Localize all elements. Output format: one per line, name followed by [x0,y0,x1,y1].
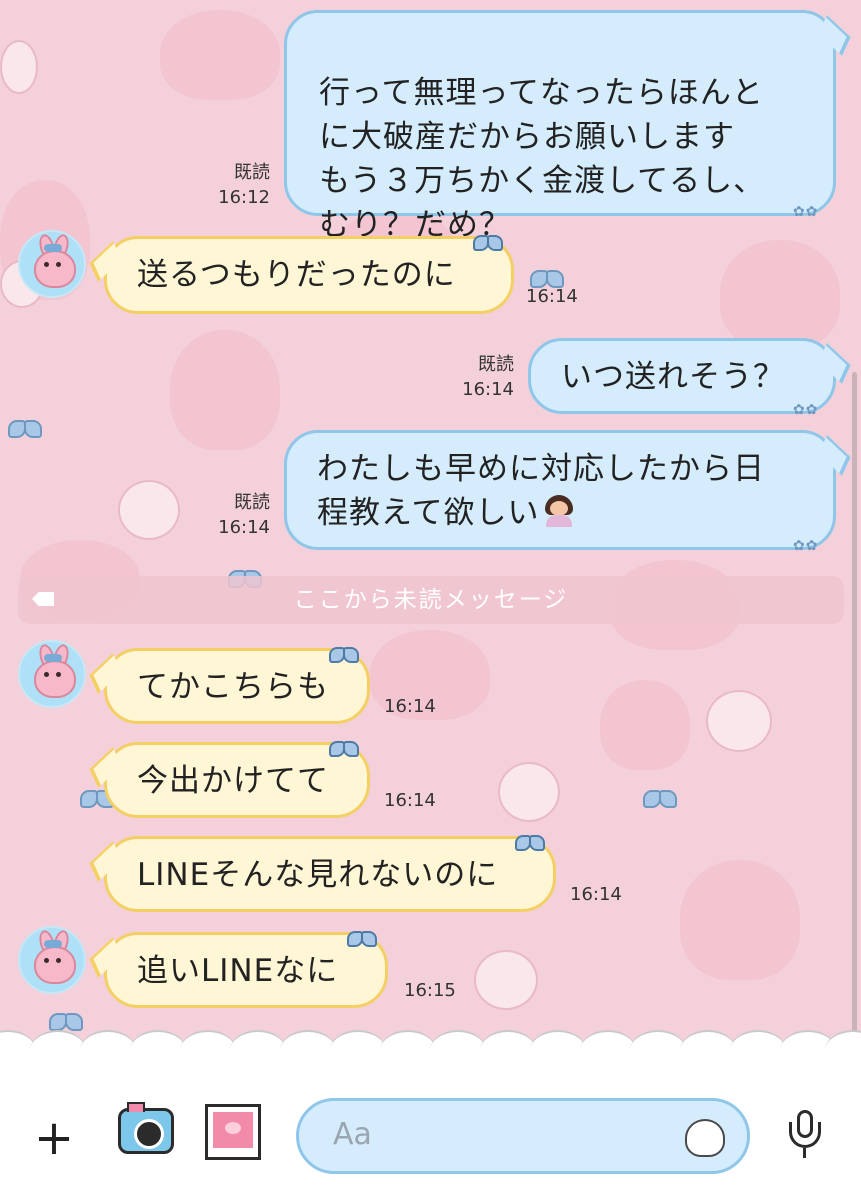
message-bubble-incoming[interactable]: 今出かけてて [104,741,370,818]
unread-divider-text: ここから未読メッセージ [293,587,569,613]
plus-icon[interactable]: + [30,1114,78,1162]
background-cloud-decoration [118,480,180,540]
message-text: 程教えて欲しい [317,495,540,531]
scrollbar[interactable] [852,372,857,1050]
bow-icon [515,835,545,851]
background-bow-decoration [8,420,42,438]
background-bunny-decoration [680,860,800,980]
message-bubble-outgoing[interactable]: わたしも早めに対応したから日 程教えて欲しい ✿✿ [284,430,836,554]
background-cloud-decoration [0,40,38,94]
unread-divider: ここから未読メッセージ [18,576,844,624]
message-text: 今出かけてて [137,763,329,799]
background-cloud-decoration [706,690,772,752]
bow-icon [329,741,359,757]
flower-icon: ✿✿ [793,204,819,220]
message-bubble-incoming[interactable]: 追いLINEなに [104,931,388,1008]
message-text: いつ送れそう？ [561,359,785,395]
avatar[interactable] [18,926,86,994]
message-bubble-incoming[interactable]: LINEそんな見れないのに [104,835,556,912]
message-time: 16:14 [384,790,436,811]
message-text: 送るつもりだったのに [137,257,456,293]
camera-icon[interactable] [118,1102,174,1154]
background-bow-decoration [643,790,677,808]
message-text: てかこちらも [137,669,329,705]
read-receipt: 既読 [478,354,514,375]
read-receipt: 既読 [234,492,270,513]
message-time: 16:14 [526,286,578,307]
person-bowing-emoji-icon [543,495,575,527]
message-meta: 既読 16:14 [200,490,270,540]
message-time: 16:14 [570,884,622,905]
message-input[interactable]: Aa [296,1098,750,1174]
message-time: 16:15 [404,980,456,1001]
message-text: 追いLINEなに [137,953,339,989]
message-time: 16:14 [218,517,270,538]
background-cloud-decoration [474,950,538,1010]
bow-icon [329,647,359,663]
sticker-icon[interactable] [685,1119,725,1157]
background-bunny-decoration [160,10,280,100]
bow-icon [347,931,377,947]
message-time: 16:14 [462,379,514,400]
background-cloud-decoration [498,762,560,822]
bow-icon [473,235,503,251]
mic-icon[interactable] [785,1110,825,1162]
tag-icon [32,592,54,606]
background-bow-decoration [49,1013,83,1031]
message-meta: 既読 16:14 [444,352,514,402]
message-text: わたしも早めに対応したから日 [317,451,765,487]
flower-icon: ✿✿ [793,402,819,418]
background-bunny-decoration [170,330,280,450]
message-bubble-incoming[interactable]: てかこちらも [104,647,370,724]
background-bunny-decoration [600,680,690,770]
chat-area[interactable]: 既読 16:12 行って無理ってなったらほんと に大破産だからお願いします もう… [0,0,861,1050]
photo-icon[interactable] [205,1104,261,1160]
avatar[interactable] [18,230,86,298]
message-time: 16:12 [218,187,270,208]
read-receipt: 既読 [234,162,270,183]
flower-icon: ✿✿ [793,538,819,554]
message-meta: 既読 16:12 [200,160,270,210]
message-bubble-incoming[interactable]: 送るつもりだったのに [104,235,514,314]
message-text: LINEそんな見れないのに [137,857,499,893]
message-text: 行って無理ってなったらほんと に大破産だからお願いします もう３万ちかく金渡して… [319,75,766,243]
message-bubble-outgoing[interactable]: 行って無理ってなったらほんと に大破産だからお願いします もう３万ちかく金渡して… [284,10,836,243]
avatar[interactable] [18,640,86,708]
message-bubble-outgoing[interactable]: いつ送れそう？ ✿✿ [528,338,836,418]
background-bunny-decoration [720,240,840,350]
message-time: 16:14 [384,696,436,717]
message-input-placeholder: Aa [333,1117,372,1152]
